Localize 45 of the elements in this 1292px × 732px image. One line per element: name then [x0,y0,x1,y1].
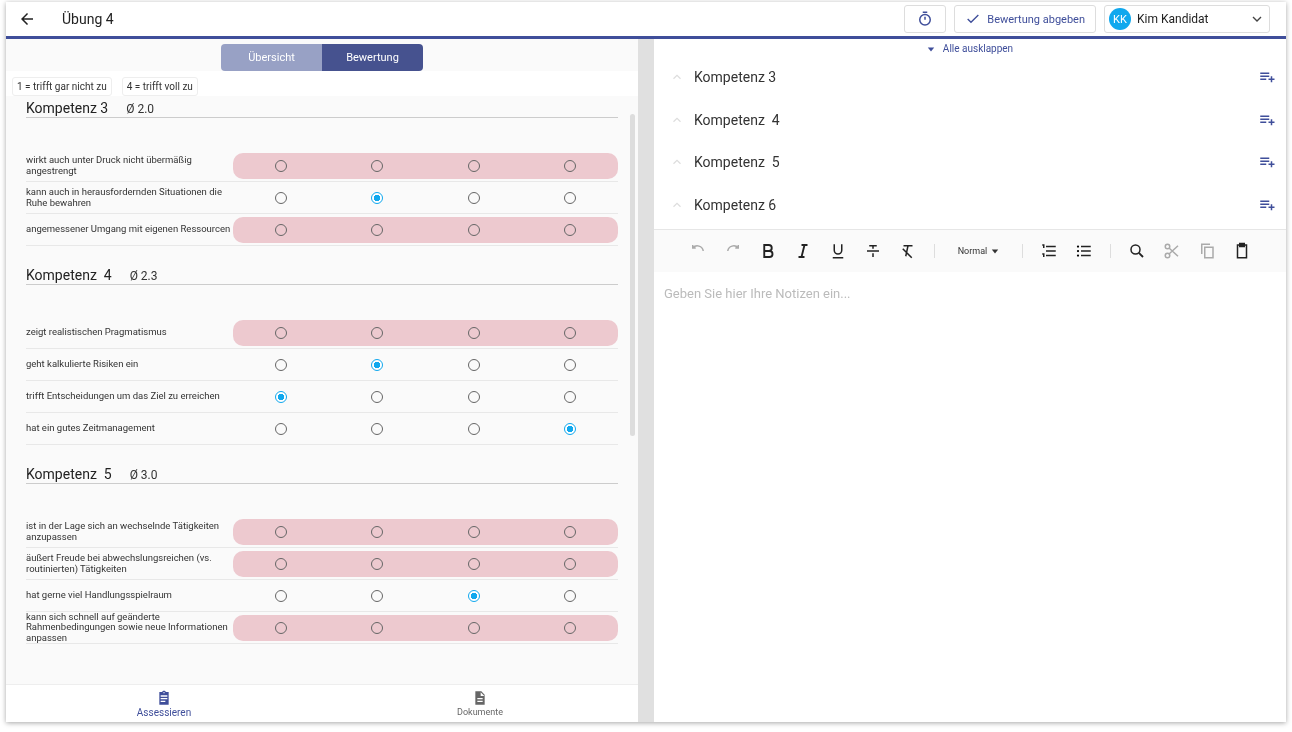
scale-legend-chip: 1 = trifft gar nicht zu [12,77,112,96]
rating-radio[interactable] [563,422,576,435]
criterion-label: äußert Freude bei abwechslungsreichen (vs. routinierten) Tätigkeiten [26,553,213,574]
competency-title: Kompetenz 5 [26,466,112,482]
section-title: Kompetenz 3 [694,69,777,86]
criterion-label: hat ein gutes Zeitmanagement [26,423,156,434]
average-score: Ø 2.0 [126,102,155,116]
criterion-label: trifft Entscheidungen um das Ziel zu erreichen [26,391,221,402]
page-title: Übung 4 [62,11,114,27]
format-dropdown[interactable]: Normal [951,245,1006,258]
rating-radio[interactable] [275,390,288,403]
section-title: Kompetenz 4 [694,111,780,128]
criterion-label: wirkt auch unter Druck nicht übermäßig angestrengt [26,155,193,176]
candidate-select[interactable]: KK Kim Kandidat [1104,5,1270,33]
avatar: KK [1109,8,1131,30]
copy-icon[interactable] [1198,242,1217,261]
criterion-label: hat gerne viel Handlungsspielraum [26,590,173,601]
scale-legend-chip: 4 = trifft voll zu [121,77,198,96]
section-title: Kompetenz 6 [694,197,777,214]
criterion-label: geht kalkulierte Risiken ein [26,359,140,370]
average-score: Ø 3.0 [129,468,158,482]
notes-field[interactable]: Geben Sie hier Ihre Notizen ein... [654,272,1286,722]
scrollbar[interactable] [630,114,635,436]
expand-all-link[interactable]: Alle ausklappen [926,39,1014,56]
rating-radio[interactable] [467,589,480,602]
caret-down-icon [926,44,935,53]
submit-rating-button[interactable]: Bewertung abgeben [954,5,1096,33]
caret-down-icon [991,247,1000,256]
rating-radio[interactable] [371,191,384,204]
timer-button[interactable] [904,5,947,33]
competency-title: Kompetenz 3 [26,100,109,116]
clipboard-icon [156,689,172,706]
criterion-label: kann auch in herausfordernden Situationen die Ruhe bewahren [26,187,223,208]
criterion-label: kann sich schnell auf geänderte Rahmenbedingungen sowie neue Informationen anpassen [26,612,229,644]
section-title: Kompetenz 5 [694,154,780,171]
rating-radio[interactable] [371,358,384,371]
view-tab[interactable]: Bewertung [322,44,423,71]
bottom-nav-item[interactable]: Assessieren [6,685,322,722]
criterion-label: zeigt realistischen Pragmatismus [26,327,168,338]
competency-title: Kompetenz 4 [26,267,112,283]
average-score: Ø 2.3 [129,269,158,283]
criterion-label: angemessener Umgang mit eigenen Ressourcen [26,224,232,235]
criterion-label: ist in der Lage sich an wechselnde Tätigkeiten anzupassen [26,521,221,542]
document-icon [472,690,488,706]
bottom-nav-item[interactable]: Dokumente [322,685,638,722]
